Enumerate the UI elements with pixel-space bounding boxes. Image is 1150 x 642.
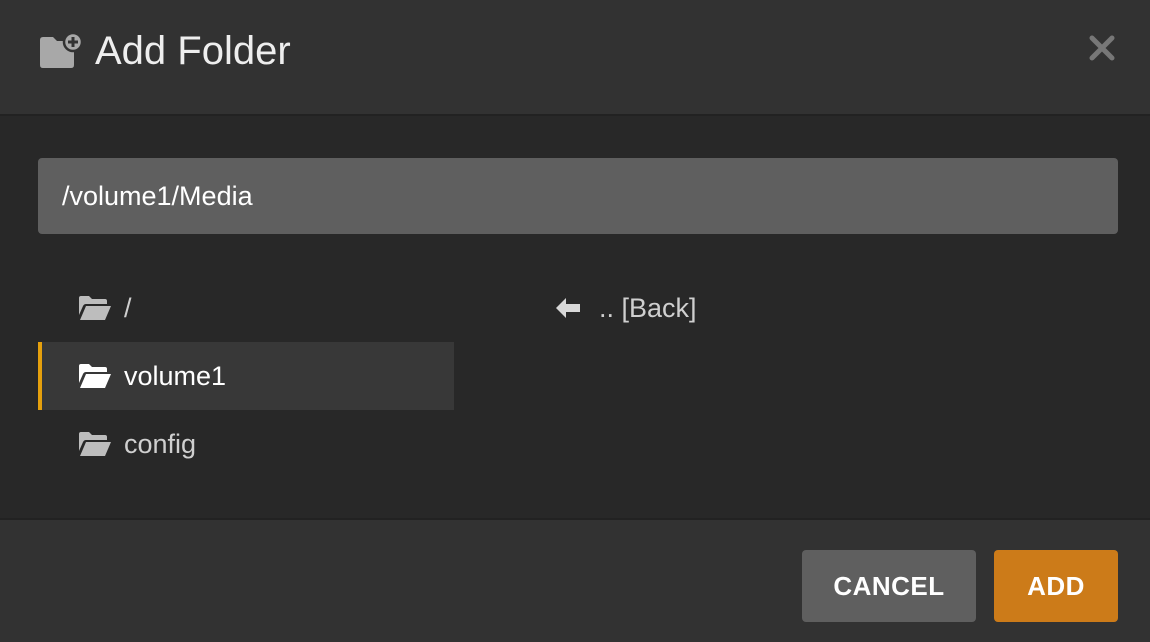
folder-item-root[interactable]: / — [38, 274, 454, 342]
add-button[interactable]: ADD — [994, 550, 1118, 622]
folder-list: / volume1 config — [38, 274, 454, 478]
cancel-button[interactable]: CANCEL — [802, 550, 976, 622]
folder-open-icon — [79, 296, 111, 320]
add-folder-dialog: Add Folder / volume1/Media / volume1 con… — [0, 0, 1150, 642]
dialog-title: Add Folder — [95, 29, 291, 73]
close-icon — [1089, 35, 1115, 61]
dialog-header: Add Folder — [0, 0, 1150, 116]
folder-open-icon — [79, 432, 111, 456]
dialog-footer: CANCEL ADD — [0, 518, 1150, 642]
close-button[interactable] — [1086, 32, 1118, 64]
folder-open-icon — [79, 364, 111, 388]
path-input[interactable] — [38, 158, 1118, 234]
back-item[interactable]: .. [Back] — [555, 274, 697, 342]
arrow-left-icon — [556, 298, 580, 318]
folder-plus-icon — [40, 32, 84, 68]
folder-label: / — [124, 292, 132, 323]
folder-item-config[interactable]: config — [38, 410, 454, 478]
folder-item-volume1[interactable]: volume1 — [38, 342, 454, 410]
folder-label: volume1 — [124, 360, 227, 391]
folder-label: config — [124, 428, 197, 459]
back-label: .. [Back] — [599, 292, 697, 323]
